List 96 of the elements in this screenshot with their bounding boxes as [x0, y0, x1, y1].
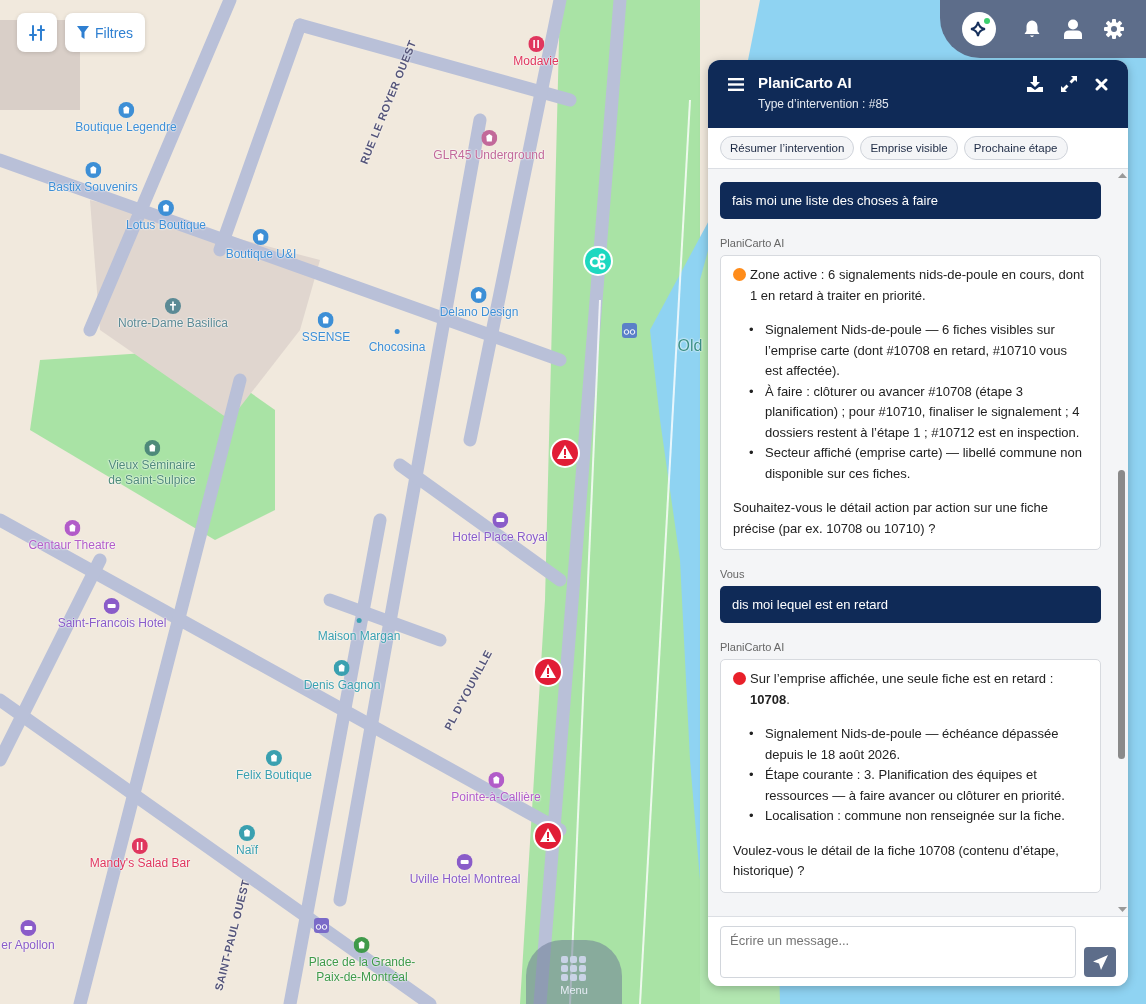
hotel-icon[interactable]	[20, 920, 36, 936]
clothing-icon[interactable]	[239, 825, 255, 841]
chat-title: PlaniCarto AI	[758, 74, 853, 91]
message-intro: Sur l’emprise affichée, une seule fiche est en retard : 10708.	[750, 670, 1055, 709]
message-question: Voulez-vous le détail de la fiche 10708 (contenu d’étape, historique) ?	[733, 841, 1060, 880]
message-bullet: Signalement Nids-de-poule — échéance dépassée depuis le 18 août 2026.	[765, 725, 1060, 764]
sender-label: Vous	[720, 568, 746, 580]
send-icon	[1092, 954, 1108, 970]
map-place-label: Mandy's Salad Bar	[89, 856, 191, 871]
suggestion-chip[interactable]: Résumer l’intervention	[720, 136, 855, 160]
warning-marker-icon[interactable]	[533, 821, 563, 851]
bullet-mark: •	[749, 807, 755, 825]
garden-icon[interactable]	[144, 440, 160, 456]
bullet-mark: •	[749, 766, 755, 784]
sender-label: PlaniCarto AI	[720, 237, 786, 249]
bullet-mark: •	[749, 321, 755, 339]
scroll-down-icon[interactable]	[1117, 907, 1127, 912]
send-button[interactable]	[1084, 947, 1116, 977]
message-bullet: Localisation : commune non renseignée sur la fiche.	[765, 807, 1066, 825]
map-place-label: Bastix Souvenirs	[48, 180, 138, 195]
bell-icon[interactable]	[1022, 19, 1042, 39]
shop-icon[interactable]	[85, 162, 101, 178]
user-icon[interactable]	[1064, 19, 1082, 39]
map-place-label: Denis Gagnon	[303, 678, 381, 693]
map-place-label: er Apollon	[1, 938, 55, 953]
hotel-icon[interactable]	[492, 512, 508, 528]
theatre-icon[interactable]	[64, 520, 80, 536]
map-place-label: Hotel Place Royal	[452, 530, 548, 545]
user-message: fais moi une liste des choses à faire	[720, 182, 1101, 219]
scroll-up-icon[interactable]	[1117, 173, 1127, 178]
clothing-icon[interactable]	[253, 229, 269, 245]
bicycle-icon	[622, 323, 637, 338]
map-place-label: Boutique Legendre	[75, 120, 177, 135]
message-intro: Zone active : 6 signalements nids-de-poule en cours, dont 1 en retard à traiter en priorité.	[750, 266, 1085, 305]
map-place-label: Felix Boutique	[236, 768, 312, 783]
map-place-label: Place de la Grande- Paix-de-Montréal	[308, 955, 416, 985]
church-icon[interactable]	[165, 298, 181, 314]
message-bullet: Étape courante : 3. Planification des équipes et ressources — à faire avancer ou clôturer en priorité.	[765, 766, 1066, 805]
grid-icon	[561, 956, 587, 982]
map-place-label: Chocosina	[368, 340, 426, 355]
map-place-label: Centaur Theatre	[28, 538, 116, 553]
expand-icon[interactable]	[1061, 76, 1077, 92]
assistant-button[interactable]	[962, 12, 996, 46]
hotel-icon[interactable]	[457, 854, 473, 870]
bullet-mark: •	[749, 725, 755, 743]
map-place-label: SSENSE	[301, 330, 351, 345]
shop-icon[interactable]	[118, 102, 134, 118]
message-input[interactable]: Écrire un message...	[720, 926, 1076, 978]
message-bullet: Secteur affiché (emprise carte) — libellé commune non disponible sur ces fiches.	[765, 444, 1083, 483]
menu-label: Menu	[560, 984, 588, 996]
clothing-icon[interactable]	[471, 287, 487, 303]
message-bullet: Signalement Nids-de-poule — 6 fiches visibles sur l’emprise carte (dont #10708 en retard, #10710 vous est affectée).	[765, 321, 1069, 380]
user-message: dis moi lequel est en retard	[720, 586, 1101, 623]
message-bullet: À faire : clôturer ou avancer #10708 (étape 3 planification) ; pour #10710, finaliser le signalement ; 4 dossiers restent à l’étape 1 ; #10712 est en inspection.	[765, 382, 1081, 442]
map-place-label: Naïf	[236, 843, 258, 858]
message-question: Souhaitez-vous le détail action par action sur une fiche précise (par ex. 10708 ou 10710) ?	[733, 499, 1050, 538]
suggestion-chip[interactable]: Prochaine étape	[963, 136, 1068, 160]
map-place-label: Lotus Boutique	[125, 218, 207, 233]
suggestion-chip[interactable]: Emprise visible	[860, 136, 958, 160]
close-icon[interactable]	[1095, 77, 1108, 91]
bicycle-icon	[314, 918, 329, 933]
restaurant-icon[interactable]	[132, 838, 148, 854]
shoe-icon[interactable]	[266, 750, 282, 766]
gallery-icon[interactable]	[481, 130, 497, 146]
chat-subtitle: Type d’intervention : #85	[758, 97, 890, 111]
map-place-label: Maison Margan	[317, 629, 401, 644]
hotel-icon[interactable]	[104, 598, 120, 614]
map-place-label: Boutique U&I	[225, 247, 297, 262]
map-place-label: Pointe-à-Callière	[451, 790, 541, 805]
menu-icon[interactable]	[728, 78, 744, 91]
map-place-label: Saint-Francois Hotel	[57, 616, 167, 631]
restaurant-icon[interactable]	[528, 36, 544, 52]
clothing-icon[interactable]	[158, 200, 174, 216]
download-icon[interactable]	[1027, 76, 1043, 92]
warning-marker-icon[interactable]	[533, 657, 563, 687]
map-place-label: Vieux Séminaire de Saint-Sulpice	[108, 458, 196, 488]
filter-icon	[77, 26, 89, 39]
map-place-label: Modavie	[513, 54, 559, 69]
settings-icon[interactable]	[1104, 19, 1124, 39]
map-place-label: Uville Hotel Montreal	[409, 872, 521, 887]
adjust-button[interactable]	[17, 13, 57, 52]
museum-icon[interactable]	[488, 772, 504, 788]
clothing-icon[interactable]	[334, 660, 350, 676]
scroll-thumb[interactable]	[1118, 470, 1125, 759]
map-place-label: Delano Design	[439, 305, 519, 320]
bullet-mark: •	[749, 382, 755, 401]
clothing-icon[interactable]	[318, 312, 334, 328]
sender-label: PlaniCarto AI	[720, 641, 786, 653]
warning-marker-icon[interactable]	[550, 438, 580, 468]
park-icon[interactable]	[354, 937, 370, 953]
bullet-mark: •	[749, 444, 755, 462]
map-place-label: GLR45 Underground	[433, 148, 545, 163]
sliders-icon	[29, 23, 45, 42]
gears-marker-icon[interactable]	[583, 246, 613, 276]
map-place-label: Notre-Dame Basilica	[118, 316, 228, 331]
filters-button[interactable]: Filtres	[65, 13, 146, 52]
